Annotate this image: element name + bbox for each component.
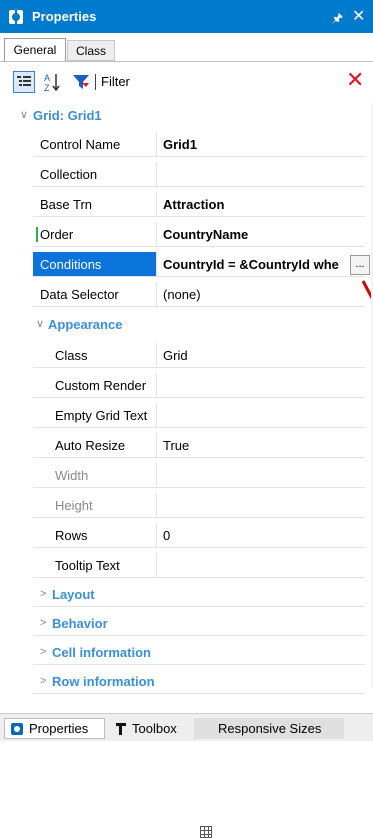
properties-titlebar: Properties 🖈 ✕ (0, 0, 373, 33)
categorized-icon (17, 76, 31, 86)
svg-text:Z: Z (44, 83, 50, 92)
property-name: Empty Grid Text (55, 408, 148, 423)
bottom-tab-toolbox[interactable]: Toolbox (110, 718, 188, 739)
bottom-tab-label: Responsive Sizes (218, 721, 322, 736)
bottom-tab-label: Properties (29, 721, 89, 736)
bottom-tab-properties[interactable]: Properties (4, 718, 105, 739)
property-name: Conditions (33, 252, 156, 277)
properties-icon (9, 9, 23, 24)
clear-filter-icon[interactable]: ✕ (346, 68, 364, 92)
categorized-view-button[interactable] (13, 71, 35, 93)
property-name: Width (55, 468, 89, 483)
responsive-grid-icon (200, 825, 212, 838)
property-name: Height (55, 498, 93, 513)
property-name: Data Selector (40, 287, 119, 302)
bottom-tab-responsive-sizes[interactable]: Responsive Sizes (194, 718, 344, 838)
property-name: Class (55, 348, 88, 363)
chevron-down-icon[interactable]: ∨ (36, 312, 44, 337)
property-name: Base Trn (40, 197, 93, 212)
property-value[interactable]: CountryName (163, 222, 349, 247)
bottom-tab-label: Toolbox (132, 721, 177, 736)
chevron-right-icon[interactable]: > (40, 669, 46, 694)
group-header-grid1[interactable]: ∨ Grid: Grid1 (0, 103, 373, 128)
property-value[interactable]: Attraction (163, 192, 349, 217)
section-header-appearance[interactable]: ∨ Appearance (0, 312, 373, 337)
section-header-behavior[interactable]: > Behavior (0, 611, 373, 636)
property-row[interactable]: Order CountryName (0, 222, 373, 247)
chevron-right-icon[interactable]: > (40, 582, 46, 607)
property-name: Order (40, 227, 74, 242)
chevron-right-icon[interactable]: > (40, 611, 46, 636)
property-row-disabled: Width (0, 463, 373, 488)
chevron-right-icon[interactable]: > (40, 640, 46, 665)
panel-title: Properties (32, 9, 97, 24)
property-row-disabled: Height (0, 493, 373, 518)
property-row[interactable]: Auto Resize True (0, 433, 373, 458)
section-header-layout[interactable]: > Layout (0, 582, 373, 607)
property-value[interactable]: Grid (163, 343, 349, 368)
property-row[interactable]: Tooltip Text (0, 553, 373, 578)
filter-input[interactable] (145, 71, 344, 95)
property-value[interactable] (163, 373, 349, 398)
property-name: Rows (55, 528, 88, 543)
property-row[interactable]: Empty Grid Text (0, 403, 373, 428)
toolbar-separator (95, 74, 96, 90)
sort-az-icon: A Z (44, 73, 60, 92)
property-tabs: General Class (0, 33, 373, 62)
section-header-row-information[interactable]: > Row information (0, 669, 373, 694)
funnel-icon (73, 75, 89, 89)
property-row[interactable]: Class Grid (0, 343, 373, 368)
alphabetical-sort-button[interactable]: A Z (41, 71, 63, 93)
modified-marker (36, 227, 38, 242)
property-value[interactable] (163, 553, 349, 578)
property-row-selected[interactable]: Conditions CountryId = &CountryId whe ..… (0, 252, 373, 277)
property-value[interactable]: Grid1 (163, 132, 349, 157)
filter-label: Filter (101, 74, 130, 89)
filter-button[interactable] (70, 71, 92, 93)
property-value[interactable] (163, 162, 349, 187)
close-icon[interactable]: ✕ (352, 6, 365, 26)
tab-class[interactable]: Class (67, 40, 115, 61)
ellipsis-edit-button[interactable]: ... (350, 255, 370, 275)
property-value[interactable]: CountryId = &CountryId whe (163, 252, 347, 277)
chevron-down-icon[interactable]: ∨ (20, 103, 28, 128)
property-row[interactable]: Rows 0 (0, 523, 373, 548)
property-row[interactable]: Control Name Grid1 (0, 132, 373, 157)
property-name: Control Name (40, 137, 121, 152)
pin-icon[interactable]: 🖈 (332, 9, 343, 30)
property-value (163, 493, 349, 518)
bottom-tool-tabs: Properties Toolbox Responsive Sizes (0, 713, 373, 838)
property-value[interactable]: (none) (163, 282, 349, 307)
properties-icon (11, 722, 23, 735)
property-row[interactable]: Data Selector (none) (0, 282, 373, 307)
property-value[interactable]: 0 (163, 523, 349, 548)
property-name: Collection (40, 167, 98, 182)
property-value (163, 463, 349, 488)
properties-toolbar: A Z Filter ✕ (0, 61, 373, 103)
section-header-cell-information[interactable]: > Cell information (0, 640, 373, 665)
property-value[interactable]: True (163, 433, 349, 458)
toolbox-icon (116, 722, 126, 735)
property-name: Auto Resize (55, 438, 126, 453)
svg-text:A: A (44, 73, 50, 83)
property-row[interactable]: Collection (0, 162, 373, 187)
property-name: Custom Render (55, 378, 147, 393)
property-value[interactable] (163, 403, 349, 428)
property-name: Tooltip Text (55, 558, 120, 573)
property-row[interactable]: Custom Render (0, 373, 373, 398)
property-row[interactable]: Base Trn Attraction (0, 192, 373, 217)
tab-general[interactable]: General (4, 38, 66, 61)
